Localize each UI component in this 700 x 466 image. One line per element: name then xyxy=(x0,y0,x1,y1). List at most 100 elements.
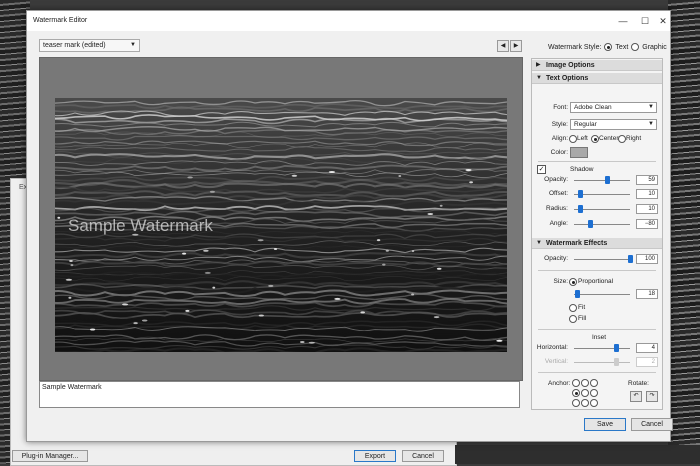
watermark-effects-label: Watermark Effects xyxy=(546,240,608,247)
anchor-bottom-right[interactable] xyxy=(590,399,598,407)
shadow-checkbox[interactable]: ✓ xyxy=(537,165,546,174)
export-button[interactable]: Export xyxy=(354,450,396,462)
align-left-radio[interactable] xyxy=(569,135,577,143)
slider-thumb[interactable] xyxy=(605,176,611,184)
slider-thumb[interactable] xyxy=(577,190,583,198)
size-proportional-label: Proportional xyxy=(578,278,614,285)
water-highlight xyxy=(465,169,472,171)
anchor-top-left[interactable] xyxy=(572,379,580,387)
size-fit-label: Fit xyxy=(578,304,586,311)
anchor-middle-right[interactable] xyxy=(590,389,598,397)
shadow-angle-slider[interactable] xyxy=(574,220,630,228)
slider-thumb[interactable] xyxy=(575,290,581,298)
style-value: Regular xyxy=(574,121,597,128)
background-photo-strip-right xyxy=(668,0,700,464)
effects-opacity-field[interactable]: 100 xyxy=(636,254,658,264)
watermark-effects-header[interactable]: ▼ Watermark Effects xyxy=(532,238,662,249)
water-highlight xyxy=(122,303,129,306)
rotate-counterclockwise-icon[interactable]: ↶ xyxy=(630,391,642,402)
cancel-button[interactable]: Cancel xyxy=(631,418,673,431)
align-label: Align: xyxy=(551,135,568,142)
shadow-offset-label: Offset: xyxy=(548,190,568,197)
shadow-opacity-label: Opacity: xyxy=(544,176,568,183)
close-icon[interactable]: ✕ xyxy=(657,15,669,27)
align-center-label: Center xyxy=(599,135,619,142)
color-swatch[interactable] xyxy=(570,147,588,158)
water-highlight xyxy=(334,297,341,300)
font-dropdown[interactable]: Adobe Clean ▼ xyxy=(570,102,657,113)
shadow-opacity-field[interactable]: 59 xyxy=(636,175,658,185)
slider-thumb[interactable] xyxy=(577,205,583,213)
water-highlight xyxy=(187,176,193,179)
water-highlight xyxy=(268,284,274,287)
water-highlight xyxy=(273,248,278,250)
shadow-offset-field[interactable]: 10 xyxy=(636,189,658,199)
style-text-radio[interactable] xyxy=(604,43,613,51)
anchor-middle-center[interactable] xyxy=(581,389,589,397)
divider xyxy=(538,161,656,162)
shadow-opacity-slider[interactable] xyxy=(574,176,630,184)
water-highlight xyxy=(308,341,315,344)
align-center-radio[interactable] xyxy=(591,135,599,143)
water-highlight xyxy=(411,250,415,253)
anchor-top-right[interactable] xyxy=(590,379,598,387)
slider-thumb[interactable] xyxy=(614,358,619,366)
size-fill-radio[interactable] xyxy=(569,315,577,323)
anchor-middle-left[interactable] xyxy=(572,389,580,397)
watermark-text-input[interactable]: Sample Watermark xyxy=(39,381,520,408)
text-options-header[interactable]: ▼ Text Options xyxy=(532,73,662,84)
minimize-icon[interactable]: — xyxy=(617,15,629,27)
maximize-icon[interactable]: ☐ xyxy=(639,15,651,27)
image-options-header[interactable]: ▶ Image Options xyxy=(532,60,662,71)
slider-thumb[interactable] xyxy=(614,344,619,352)
vertical-inset-field[interactable]: 2 xyxy=(636,357,658,367)
style-graphic-label: Graphic xyxy=(642,43,667,51)
triangle-down-icon: ▼ xyxy=(536,240,542,246)
style-graphic-radio[interactable] xyxy=(631,43,640,51)
horizontal-inset-slider[interactable] xyxy=(574,344,630,352)
anchor-grid xyxy=(572,379,598,407)
divider xyxy=(538,270,656,271)
background-cancel-button[interactable]: Cancel xyxy=(402,450,444,462)
anchor-top-center[interactable] xyxy=(581,379,589,387)
watermark-preview-text[interactable]: Sample Watermark xyxy=(68,216,213,236)
style-text-label: Text xyxy=(615,43,629,51)
horizontal-label: Horizontal: xyxy=(536,344,568,351)
slider-thumb[interactable] xyxy=(587,220,593,228)
water-highlight xyxy=(203,249,209,252)
style-dropdown[interactable]: Regular ▼ xyxy=(570,119,657,130)
water-highlight xyxy=(57,216,61,219)
horizontal-inset-field[interactable]: 4 xyxy=(636,343,658,353)
preset-value: teaser mark (edited) xyxy=(43,42,106,49)
size-fit-radio[interactable] xyxy=(569,304,577,312)
anchor-bottom-left[interactable] xyxy=(572,399,580,407)
size-slider[interactable] xyxy=(574,290,630,298)
options-panel: ▶ Image Options ▼ Text Options Font: Ado… xyxy=(531,58,663,410)
shadow-radius-field[interactable]: 10 xyxy=(636,204,658,214)
vertical-inset-slider[interactable] xyxy=(574,358,630,366)
size-field[interactable]: 18 xyxy=(636,289,658,299)
plugin-manager-button[interactable]: Plug-in Manager... xyxy=(12,450,88,462)
effects-opacity-slider[interactable] xyxy=(574,255,633,263)
shadow-radius-slider[interactable] xyxy=(574,205,630,213)
size-proportional-radio[interactable] xyxy=(569,278,577,286)
color-label: Color: xyxy=(550,149,568,156)
shadow-offset-slider[interactable] xyxy=(574,190,630,198)
watermark-editor-window: Watermark Editor — ☐ ✕ teaser mark (edit… xyxy=(26,10,673,442)
preset-dropdown[interactable]: teaser mark (edited) ▼ xyxy=(39,39,140,52)
rotate-label: Rotate: xyxy=(628,380,649,387)
water-highlight xyxy=(385,249,389,252)
anchor-bottom-center[interactable] xyxy=(581,399,589,407)
slider-thumb[interactable] xyxy=(628,255,633,263)
water-highlight xyxy=(182,252,187,255)
rotate-clockwise-icon[interactable]: ↷ xyxy=(646,391,658,402)
shadow-angle-field[interactable]: −80 xyxy=(636,219,658,229)
style-label: Style: xyxy=(551,121,568,128)
previous-image-button[interactable]: ◀ xyxy=(497,40,509,52)
preview-photo: Sample Watermark xyxy=(55,98,507,352)
save-button[interactable]: Save xyxy=(584,418,626,431)
next-image-button[interactable]: ▶ xyxy=(510,40,522,52)
align-right-radio[interactable] xyxy=(618,135,626,143)
font-label: Font: xyxy=(553,104,568,111)
water-highlight xyxy=(291,174,298,177)
